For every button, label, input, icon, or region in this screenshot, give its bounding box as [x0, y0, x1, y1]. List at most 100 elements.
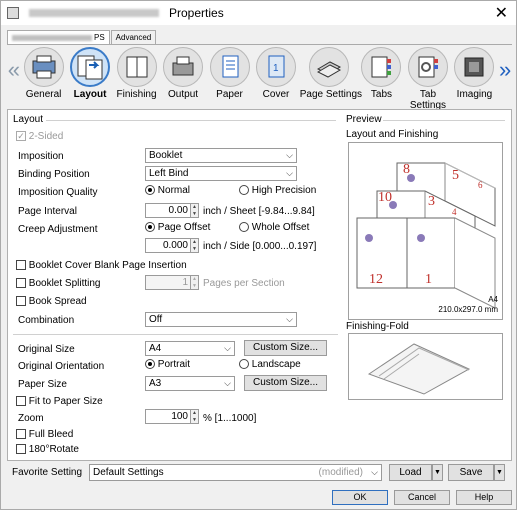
window-title: Properties	[169, 6, 224, 20]
booklet-splitting-checkbox[interactable]: Booklet Splitting	[16, 278, 101, 289]
paper-size-label: Paper Size	[18, 379, 67, 390]
whole-offset-radio[interactable]: Whole Offset	[239, 222, 309, 233]
favorite-setting-select[interactable]: Default Settings (modified) ⌵	[89, 464, 382, 481]
creep-adjustment-input[interactable]: 0.000	[145, 238, 191, 253]
output-icon	[163, 47, 204, 87]
general-icon	[23, 47, 64, 87]
rotate-180-checkbox[interactable]: 180°Rotate	[16, 444, 79, 455]
redacted-printer-name	[29, 9, 159, 17]
page-settings-icon	[308, 47, 349, 87]
binding-position-select[interactable]: Left Bind ⌵	[145, 166, 297, 181]
close-icon[interactable]: ✕	[495, 3, 508, 23]
ribbon-cover[interactable]: 1 Cover	[253, 45, 298, 100]
page-interval-label: Page Interval	[18, 206, 77, 217]
divider	[46, 120, 336, 121]
booklet-splitting-input[interactable]: 1	[145, 275, 191, 290]
paper-size-select[interactable]: A3 ⌵	[145, 376, 235, 391]
booklet-splitting-spinner[interactable]: ▲ ▼	[191, 275, 199, 290]
chevron-down-icon: ⌵	[224, 343, 231, 353]
paper-name: A4	[488, 295, 498, 304]
divider	[383, 120, 505, 121]
dialog-footer: OK Cancel Help	[1, 487, 516, 509]
imposition-label: Imposition	[18, 151, 64, 162]
ribbon-tab-settings[interactable]: Tab Settings	[405, 45, 450, 111]
svg-text:1: 1	[273, 63, 279, 74]
imposition-select[interactable]: Booklet ⌵	[145, 148, 297, 163]
original-custom-size-button[interactable]: Custom Size...	[244, 340, 327, 356]
page-offset-radio[interactable]: Page Offset	[145, 222, 210, 233]
page-number: 6	[478, 180, 483, 190]
tab-ps[interactable]: PS	[7, 30, 110, 44]
preview-sheet-front	[356, 217, 496, 309]
original-orientation-label: Original Orientation	[18, 361, 105, 372]
ok-button[interactable]: OK	[332, 490, 388, 505]
page-number: 4	[452, 207, 457, 217]
booklet-splitting-unit: Pages per Section	[203, 278, 285, 289]
scroll-right-icon[interactable]: »	[498, 57, 512, 83]
booklet-cover-blank-checkbox[interactable]: Booklet Cover Blank Page Insertion	[16, 260, 187, 271]
page-number: 5	[452, 168, 459, 183]
zoom-spinner[interactable]: ▲ ▼	[191, 409, 199, 424]
original-size-label: Original Size	[18, 344, 75, 355]
load-dropdown-icon[interactable]: ▼	[432, 464, 443, 481]
creep-adjustment-label: Creep Adjustment	[18, 224, 98, 235]
two-sided-checkbox[interactable]: ✓ 2-Sided	[16, 131, 63, 142]
combination-select[interactable]: Off ⌵	[145, 312, 297, 327]
portrait-radio[interactable]: Portrait	[145, 359, 190, 370]
ribbon-general[interactable]: General	[21, 45, 66, 100]
save-button[interactable]: Save	[448, 464, 494, 481]
binding-position-label: Binding Position	[18, 169, 90, 180]
tab-advanced[interactable]: Advanced	[110, 30, 157, 44]
page-interval-unit: inch / Sheet [-9.84...9.84]	[203, 206, 315, 217]
quality-normal-radio[interactable]: Normal	[145, 185, 190, 196]
page-interval-input[interactable]: 0.00	[145, 203, 191, 218]
ribbon-paper[interactable]: Paper	[207, 45, 252, 100]
scroll-left-icon[interactable]: «	[7, 57, 21, 83]
paper-dimensions: 210.0x297.0 mm	[438, 305, 498, 314]
zoom-label: Zoom	[18, 413, 44, 424]
favorite-setting-label: Favorite Setting	[12, 467, 83, 478]
finishing-fold-preview	[348, 333, 503, 400]
combination-label: Combination	[18, 315, 75, 326]
help-button[interactable]: Help	[456, 490, 512, 505]
zoom-input[interactable]: 100	[145, 409, 191, 424]
zoom-unit: % [1...1000]	[203, 413, 257, 424]
title-bar: Properties ✕	[1, 1, 516, 25]
page-interval-spinner[interactable]: ▲ ▼	[191, 203, 199, 218]
fit-to-paper-checkbox[interactable]: Fit to Paper Size	[16, 396, 103, 407]
chevron-down-icon: ⌵	[286, 314, 293, 324]
cover-icon: 1	[256, 47, 296, 87]
chevron-down-icon: ⌵	[371, 467, 378, 477]
layout-section-title: Layout	[13, 114, 44, 125]
ribbon-page-settings[interactable]: Page Settings	[300, 45, 362, 100]
booklet-preview-image: 8 5 6 10 3 4 12 1	[356, 162, 496, 309]
chevron-down-icon: ⌵	[286, 150, 293, 160]
favorite-setting-bar: Favorite Setting Default Settings (modif…	[7, 463, 512, 485]
ribbon-output[interactable]: Output	[160, 45, 205, 100]
ribbon-imaging[interactable]: Imaging	[452, 45, 497, 100]
creep-adjustment-spinner[interactable]: ▲ ▼	[191, 238, 199, 253]
load-button[interactable]: Load	[389, 464, 432, 481]
chevron-down-icon: ⌵	[224, 378, 231, 388]
ribbon-layout[interactable]: Layout	[67, 45, 112, 100]
fold-preview-image	[367, 343, 471, 395]
save-dropdown-icon[interactable]: ▼	[494, 464, 505, 481]
chevron-down-icon: ⌵	[286, 168, 293, 178]
page-number: 12	[369, 272, 383, 287]
layout-finishing-title: Layout and Finishing	[346, 129, 439, 140]
page-number: 10	[378, 190, 392, 205]
book-spread-checkbox[interactable]: Book Spread	[16, 296, 87, 307]
checkmark-icon: ✓	[16, 131, 26, 142]
original-size-select[interactable]: A4 ⌵	[145, 341, 235, 356]
cancel-button[interactable]: Cancel	[394, 490, 450, 505]
ribbon-tabs[interactable]: Tabs	[359, 45, 404, 100]
full-bleed-checkbox[interactable]: Full Bleed	[16, 429, 73, 440]
paper-custom-size-button[interactable]: Custom Size...	[244, 375, 327, 391]
preview-section-title: Preview	[346, 114, 382, 125]
ribbon-finishing[interactable]: Finishing	[114, 45, 159, 100]
imposition-quality-label: Imposition Quality	[18, 187, 98, 198]
landscape-radio[interactable]: Landscape	[239, 359, 301, 370]
divider	[13, 334, 338, 335]
quality-high-precision-radio[interactable]: High Precision	[239, 185, 316, 196]
creep-adjustment-unit: inch / Side [0.000...0.197]	[203, 241, 317, 252]
